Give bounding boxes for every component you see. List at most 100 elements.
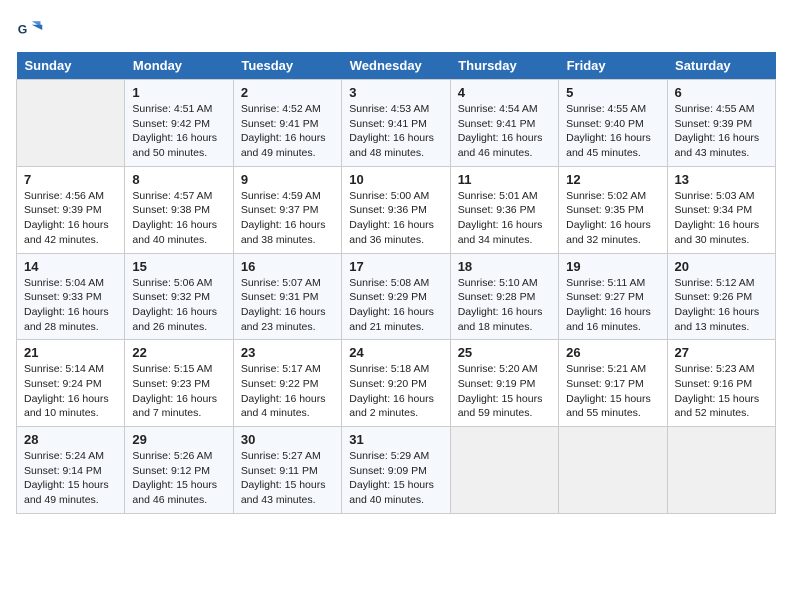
day-number: 3: [349, 85, 442, 100]
day-number: 10: [349, 172, 442, 187]
day-info: Sunrise: 4:53 AM Sunset: 9:41 PM Dayligh…: [349, 102, 442, 161]
calendar-cell: [450, 427, 558, 514]
day-number: 20: [675, 259, 768, 274]
day-number: 24: [349, 345, 442, 360]
day-number: 31: [349, 432, 442, 447]
day-number: 28: [24, 432, 117, 447]
day-info: Sunrise: 4:54 AM Sunset: 9:41 PM Dayligh…: [458, 102, 551, 161]
day-info: Sunrise: 4:56 AM Sunset: 9:39 PM Dayligh…: [24, 189, 117, 248]
day-number: 1: [132, 85, 225, 100]
day-info: Sunrise: 5:04 AM Sunset: 9:33 PM Dayligh…: [24, 276, 117, 335]
day-number: 2: [241, 85, 334, 100]
day-info: Sunrise: 4:55 AM Sunset: 9:39 PM Dayligh…: [675, 102, 768, 161]
day-info: Sunrise: 5:03 AM Sunset: 9:34 PM Dayligh…: [675, 189, 768, 248]
day-info: Sunrise: 5:23 AM Sunset: 9:16 PM Dayligh…: [675, 362, 768, 421]
calendar-cell: 25 Sunrise: 5:20 AM Sunset: 9:19 PM Dayli…: [450, 340, 558, 427]
day-info: Sunrise: 4:55 AM Sunset: 9:40 PM Dayligh…: [566, 102, 659, 161]
calendar-cell: 23 Sunrise: 5:17 AM Sunset: 9:22 PM Dayli…: [233, 340, 341, 427]
day-header-sunday: Sunday: [17, 52, 125, 80]
day-number: 11: [458, 172, 551, 187]
calendar-cell: 20 Sunrise: 5:12 AM Sunset: 9:26 PM Dayli…: [667, 253, 775, 340]
calendar-cell: 3 Sunrise: 4:53 AM Sunset: 9:41 PM Daylig…: [342, 80, 450, 167]
day-info: Sunrise: 5:21 AM Sunset: 9:17 PM Dayligh…: [566, 362, 659, 421]
day-info: Sunrise: 5:10 AM Sunset: 9:28 PM Dayligh…: [458, 276, 551, 335]
day-info: Sunrise: 5:11 AM Sunset: 9:27 PM Dayligh…: [566, 276, 659, 335]
day-number: 21: [24, 345, 117, 360]
day-header-monday: Monday: [125, 52, 233, 80]
day-number: 9: [241, 172, 334, 187]
days-header-row: SundayMondayTuesdayWednesdayThursdayFrid…: [17, 52, 776, 80]
day-number: 8: [132, 172, 225, 187]
day-info: Sunrise: 5:12 AM Sunset: 9:26 PM Dayligh…: [675, 276, 768, 335]
day-number: 17: [349, 259, 442, 274]
calendar-cell: 8 Sunrise: 4:57 AM Sunset: 9:38 PM Daylig…: [125, 166, 233, 253]
day-info: Sunrise: 5:24 AM Sunset: 9:14 PM Dayligh…: [24, 449, 117, 508]
calendar-cell: 16 Sunrise: 5:07 AM Sunset: 9:31 PM Dayli…: [233, 253, 341, 340]
day-info: Sunrise: 5:08 AM Sunset: 9:29 PM Dayligh…: [349, 276, 442, 335]
day-info: Sunrise: 5:26 AM Sunset: 9:12 PM Dayligh…: [132, 449, 225, 508]
calendar-cell: 19 Sunrise: 5:11 AM Sunset: 9:27 PM Dayli…: [559, 253, 667, 340]
calendar-cell: 2Sunrise: 4:52 AM Sunset: 9:41 PM Daylig…: [233, 80, 341, 167]
calendar-cell: 28 Sunrise: 5:24 AM Sunset: 9:14 PM Dayli…: [17, 427, 125, 514]
day-number: 15: [132, 259, 225, 274]
calendar-cell: 17 Sunrise: 5:08 AM Sunset: 9:29 PM Dayli…: [342, 253, 450, 340]
day-info: Sunrise: 4:57 AM Sunset: 9:38 PM Dayligh…: [132, 189, 225, 248]
day-info: Sunrise: 5:06 AM Sunset: 9:32 PM Dayligh…: [132, 276, 225, 335]
calendar-cell: 26 Sunrise: 5:21 AM Sunset: 9:17 PM Dayli…: [559, 340, 667, 427]
calendar-cell: [667, 427, 775, 514]
week-row-4: 21 Sunrise: 5:14 AM Sunset: 9:24 PM Dayli…: [17, 340, 776, 427]
day-info: Sunrise: 5:29 AM Sunset: 9:09 PM Dayligh…: [349, 449, 442, 508]
day-number: 4: [458, 85, 551, 100]
calendar-cell: 12Sunrise: 5:02 AM Sunset: 9:35 PM Dayli…: [559, 166, 667, 253]
day-number: 23: [241, 345, 334, 360]
week-row-1: 1Sunrise: 4:51 AM Sunset: 9:42 PM Daylig…: [17, 80, 776, 167]
calendar-cell: 14 Sunrise: 5:04 AM Sunset: 9:33 PM Dayli…: [17, 253, 125, 340]
day-info: Sunrise: 5:18 AM Sunset: 9:20 PM Dayligh…: [349, 362, 442, 421]
day-header-thursday: Thursday: [450, 52, 558, 80]
day-header-wednesday: Wednesday: [342, 52, 450, 80]
day-info: Sunrise: 5:00 AM Sunset: 9:36 PM Dayligh…: [349, 189, 442, 248]
day-number: 29: [132, 432, 225, 447]
calendar-cell: 9 Sunrise: 4:59 AM Sunset: 9:37 PM Daylig…: [233, 166, 341, 253]
calendar-cell: 15 Sunrise: 5:06 AM Sunset: 9:32 PM Dayli…: [125, 253, 233, 340]
day-number: 13: [675, 172, 768, 187]
day-number: 6: [675, 85, 768, 100]
day-info: Sunrise: 5:15 AM Sunset: 9:23 PM Dayligh…: [132, 362, 225, 421]
day-number: 16: [241, 259, 334, 274]
week-row-5: 28 Sunrise: 5:24 AM Sunset: 9:14 PM Dayli…: [17, 427, 776, 514]
calendar-cell: [17, 80, 125, 167]
calendar-cell: 24 Sunrise: 5:18 AM Sunset: 9:20 PM Dayli…: [342, 340, 450, 427]
calendar-cell: 11Sunrise: 5:01 AM Sunset: 9:36 PM Dayli…: [450, 166, 558, 253]
day-info: Sunrise: 5:27 AM Sunset: 9:11 PM Dayligh…: [241, 449, 334, 508]
calendar-cell: [559, 427, 667, 514]
day-number: 14: [24, 259, 117, 274]
day-number: 27: [675, 345, 768, 360]
calendar-cell: 13 Sunrise: 5:03 AM Sunset: 9:34 PM Dayli…: [667, 166, 775, 253]
day-info: Sunrise: 5:14 AM Sunset: 9:24 PM Dayligh…: [24, 362, 117, 421]
calendar-cell: 27 Sunrise: 5:23 AM Sunset: 9:16 PM Dayli…: [667, 340, 775, 427]
calendar-table: SundayMondayTuesdayWednesdayThursdayFrid…: [16, 52, 776, 514]
calendar-cell: 18Sunrise: 5:10 AM Sunset: 9:28 PM Dayli…: [450, 253, 558, 340]
logo: G: [16, 16, 48, 44]
day-info: Sunrise: 5:20 AM Sunset: 9:19 PM Dayligh…: [458, 362, 551, 421]
day-header-saturday: Saturday: [667, 52, 775, 80]
logo-icon: G: [16, 16, 44, 44]
day-number: 26: [566, 345, 659, 360]
day-number: 19: [566, 259, 659, 274]
calendar-cell: 21 Sunrise: 5:14 AM Sunset: 9:24 PM Dayli…: [17, 340, 125, 427]
day-info: Sunrise: 5:07 AM Sunset: 9:31 PM Dayligh…: [241, 276, 334, 335]
calendar-cell: 4 Sunrise: 4:54 AM Sunset: 9:41 PM Daylig…: [450, 80, 558, 167]
day-info: Sunrise: 5:17 AM Sunset: 9:22 PM Dayligh…: [241, 362, 334, 421]
day-number: 5: [566, 85, 659, 100]
day-number: 30: [241, 432, 334, 447]
calendar-cell: 7Sunrise: 4:56 AM Sunset: 9:39 PM Daylig…: [17, 166, 125, 253]
svg-text:G: G: [18, 23, 28, 37]
day-header-friday: Friday: [559, 52, 667, 80]
calendar-cell: 6 Sunrise: 4:55 AM Sunset: 9:39 PM Daylig…: [667, 80, 775, 167]
day-info: Sunrise: 4:59 AM Sunset: 9:37 PM Dayligh…: [241, 189, 334, 248]
calendar-cell: 22Sunrise: 5:15 AM Sunset: 9:23 PM Dayli…: [125, 340, 233, 427]
calendar-cell: 29 Sunrise: 5:26 AM Sunset: 9:12 PM Dayli…: [125, 427, 233, 514]
calendar-cell: 30 Sunrise: 5:27 AM Sunset: 9:11 PM Dayli…: [233, 427, 341, 514]
day-number: 25: [458, 345, 551, 360]
calendar-cell: 10 Sunrise: 5:00 AM Sunset: 9:36 PM Dayli…: [342, 166, 450, 253]
